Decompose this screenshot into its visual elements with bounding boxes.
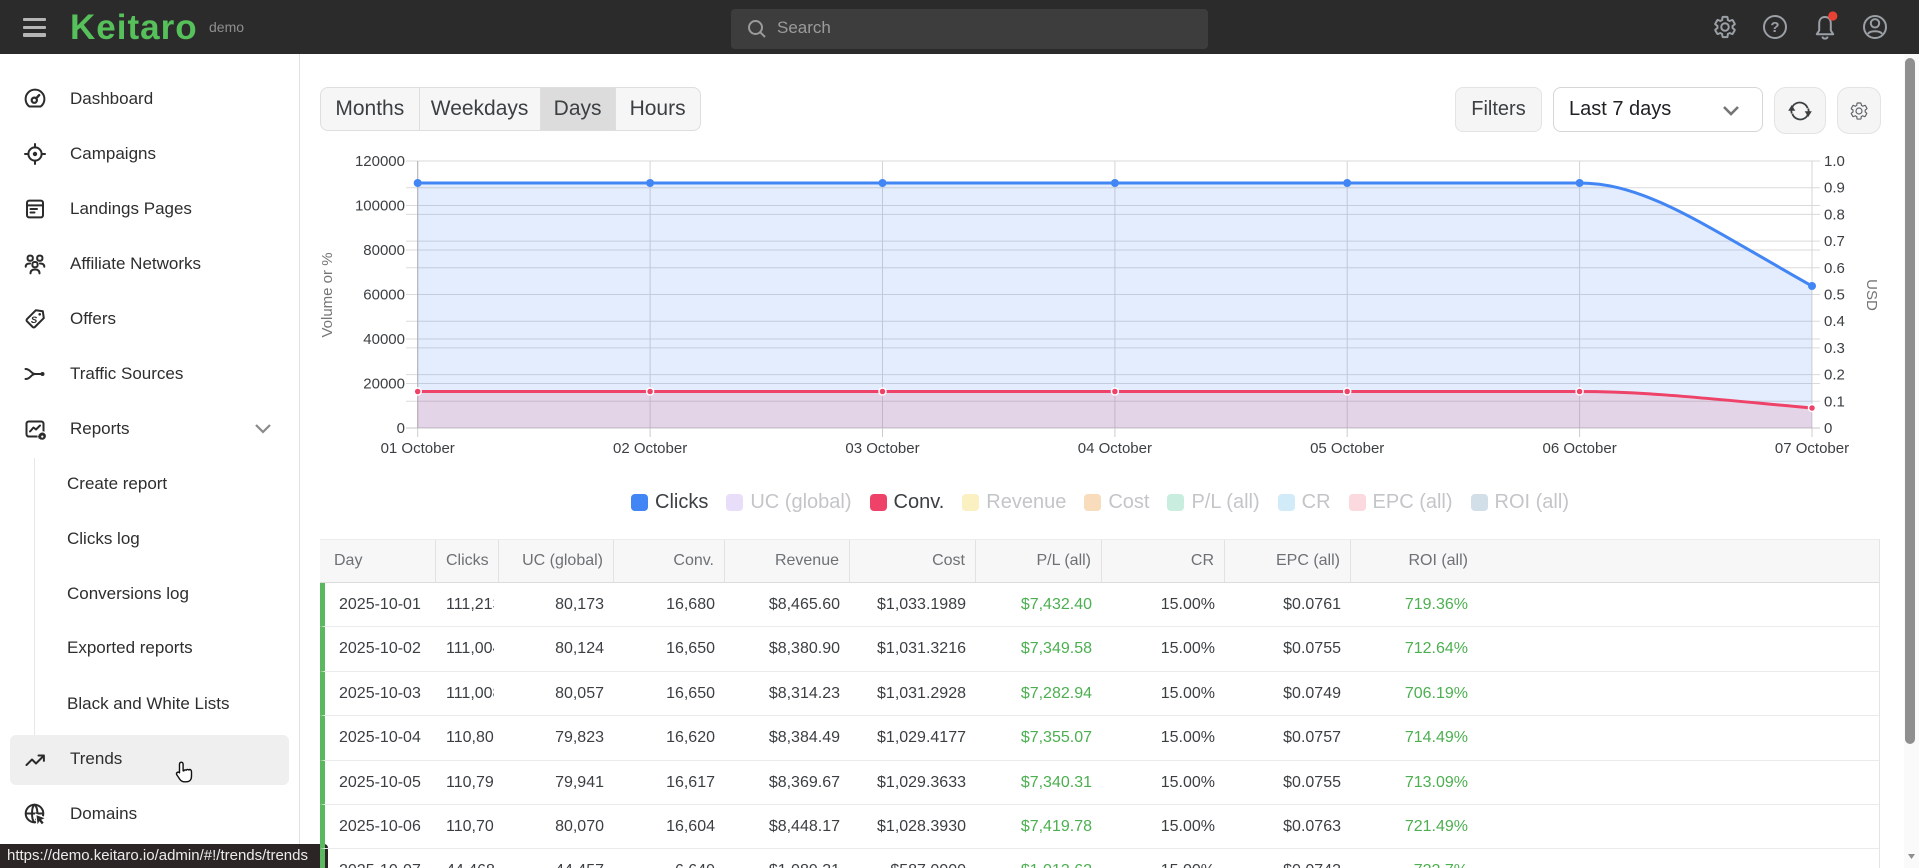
svg-text:01 October: 01 October: [381, 440, 455, 457]
svg-text:100000: 100000: [355, 198, 405, 215]
svg-text:?: ?: [1770, 19, 1779, 36]
svg-text:0.7: 0.7: [1824, 233, 1845, 250]
svg-text:07 October: 07 October: [1775, 440, 1849, 457]
svg-text:06 October: 06 October: [1542, 440, 1616, 457]
svg-text:USD: USD: [1863, 279, 1880, 311]
svg-text:S: S: [31, 315, 38, 326]
svg-text:0.2: 0.2: [1824, 367, 1845, 384]
svg-text:0: 0: [1824, 420, 1832, 437]
svg-text:0.4: 0.4: [1824, 313, 1845, 330]
svg-text:20000: 20000: [363, 376, 405, 393]
svg-text:Volume or %: Volume or %: [320, 252, 336, 337]
svg-text:0.9: 0.9: [1824, 180, 1845, 197]
svg-text:0: 0: [397, 420, 405, 437]
svg-text:60000: 60000: [363, 287, 405, 304]
svg-text:0.5: 0.5: [1824, 287, 1845, 304]
svg-text:02 October: 02 October: [613, 440, 687, 457]
svg-text:0.3: 0.3: [1824, 340, 1845, 357]
svg-text:05 October: 05 October: [1310, 440, 1384, 457]
svg-text:04 October: 04 October: [1078, 440, 1152, 457]
svg-text:1.0: 1.0: [1824, 153, 1845, 170]
svg-text:03 October: 03 October: [845, 440, 919, 457]
svg-text:0.6: 0.6: [1824, 260, 1845, 277]
svg-text:80000: 80000: [363, 242, 405, 259]
svg-text:0.8: 0.8: [1824, 206, 1845, 223]
svg-text:120000: 120000: [355, 153, 405, 170]
svg-text:0.1: 0.1: [1824, 393, 1845, 410]
svg-text:40000: 40000: [363, 331, 405, 348]
